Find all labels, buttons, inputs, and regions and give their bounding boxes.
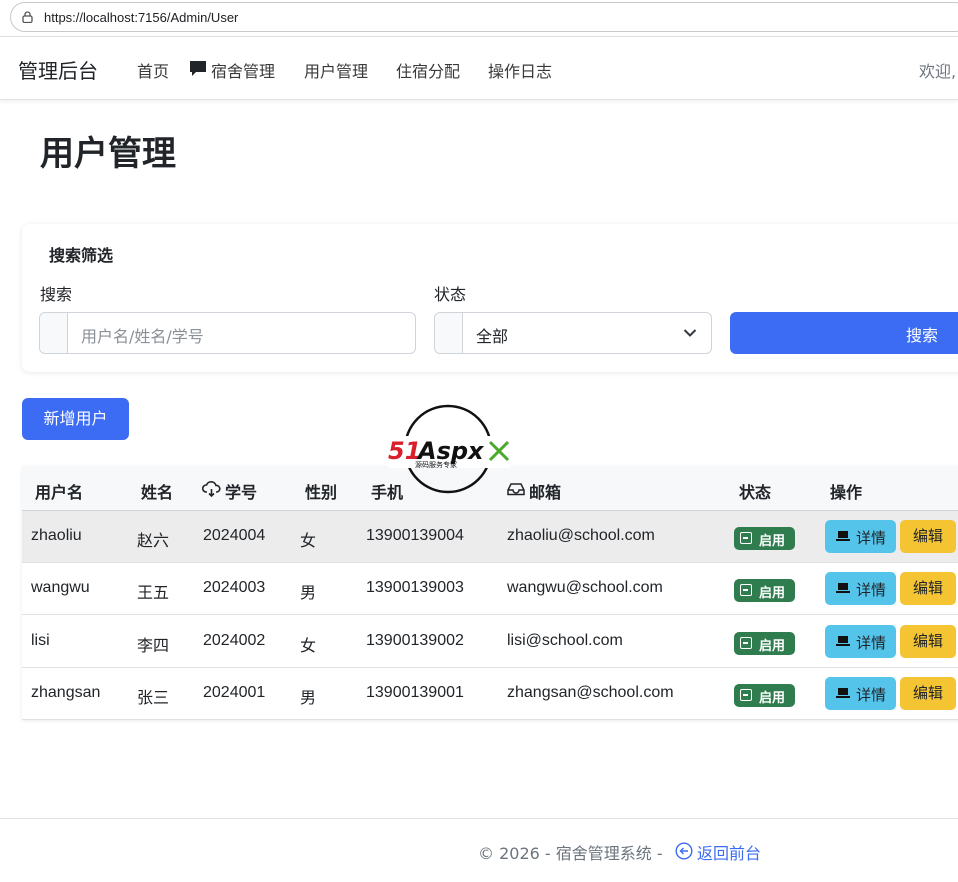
cell-gender: 女 <box>300 638 317 655</box>
cell-name: 李四 <box>137 638 170 655</box>
status-badge-label: 启用 <box>759 586 786 601</box>
table-row: zhaoliu 赵六 2024004 女 13900139004 zhaoliu… <box>22 511 958 563</box>
th-student-id: 学号 <box>225 483 258 502</box>
edit-button[interactable]: 编辑 <box>900 677 956 710</box>
nav-item-users[interactable]: 用户管理 <box>304 58 368 82</box>
th-username: 用户名 <box>35 483 84 502</box>
status-badge-label: 启用 <box>759 691 786 706</box>
cell-gender: 男 <box>300 690 317 707</box>
status-select[interactable]: 全部 <box>434 312 712 354</box>
laptop-icon <box>836 636 850 646</box>
cell-username: wangwu <box>31 579 90 596</box>
status-addon <box>435 313 463 353</box>
nav-item-home[interactable]: 首页 <box>137 58 169 82</box>
svg-text:源码服务专家: 源码服务专家 <box>415 460 457 469</box>
browser-address-bar: https://localhost:7156/Admin/User <box>0 0 958 36</box>
cell-username: lisi <box>31 632 50 649</box>
detail-button-label: 详情 <box>856 634 887 652</box>
nav-item-logs[interactable]: 操作日志 <box>488 58 552 82</box>
status-badge: 启用 <box>734 684 795 707</box>
status-badge: 启用 <box>734 632 795 655</box>
cell-name: 张三 <box>137 690 170 707</box>
toggle-icon <box>740 689 752 701</box>
detail-button[interactable]: 详情 <box>825 572 896 605</box>
status-badge-label: 启用 <box>759 639 786 654</box>
laptop-icon <box>836 531 850 541</box>
nav-item-dorm[interactable]: 宿舍管理 <box>211 58 275 82</box>
status-badge: 启用 <box>734 579 795 602</box>
table-row: lisi 李四 2024002 女 13900139002 lisi@schoo… <box>22 616 958 668</box>
watermark-logo: 51 Aspx 源码服务专家 <box>388 404 510 494</box>
search-button[interactable]: 搜索 <box>730 312 958 354</box>
cloud-icon <box>202 481 221 498</box>
users-table: 用户名 姓名 学号 性别 手机 邮箱 状态 操作 zhaoliu 赵六 2024… <box>22 466 958 720</box>
status-label: 状态 <box>434 285 467 304</box>
cell-student-id: 2024002 <box>203 632 266 649</box>
edit-button[interactable]: 编辑 <box>900 625 956 658</box>
cell-student-id: 2024003 <box>203 579 266 596</box>
chat-bubble-icon <box>190 61 206 76</box>
cell-phone: 13900139001 <box>366 684 464 701</box>
status-badge: 启用 <box>734 527 795 550</box>
chevron-down-icon <box>683 329 697 337</box>
cell-name: 赵六 <box>137 533 170 550</box>
cell-student-id: 2024004 <box>203 527 266 544</box>
cell-phone: 13900139004 <box>366 527 464 544</box>
cell-email: zhangsan@school.com <box>507 684 674 701</box>
brand-title[interactable]: 管理后台 <box>18 55 98 84</box>
detail-button[interactable]: 详情 <box>825 677 896 710</box>
cell-student-id: 2024001 <box>203 684 266 701</box>
laptop-icon <box>836 583 850 593</box>
search-input[interactable]: 用户名/姓名/学号 <box>81 323 204 347</box>
th-name: 姓名 <box>141 483 174 502</box>
detail-button-label: 详情 <box>856 686 887 704</box>
edit-button[interactable]: 编辑 <box>900 520 956 553</box>
cell-username: zhangsan <box>31 684 101 701</box>
cell-name: 王五 <box>137 585 170 602</box>
page-title: 用户管理 <box>40 134 176 174</box>
detail-button[interactable]: 详情 <box>825 625 896 658</box>
top-navbar: 管理后台 首页 宿舍管理 用户管理 住宿分配 操作日志 欢迎, <box>0 36 958 100</box>
url-box[interactable]: https://localhost:7156/Admin/User <box>10 2 958 32</box>
edit-button[interactable]: 编辑 <box>900 572 956 605</box>
add-user-button[interactable]: 新增用户 <box>22 398 129 440</box>
lock-icon <box>22 11 33 23</box>
toggle-icon <box>740 637 752 649</box>
filter-title: 搜索筛选 <box>49 246 114 265</box>
detail-button[interactable]: 详情 <box>825 520 896 553</box>
cell-email: zhaoliu@school.com <box>507 527 655 544</box>
arrow-left-circle-icon <box>675 842 693 860</box>
status-select-value: 全部 <box>476 327 509 346</box>
cell-phone: 13900139002 <box>366 632 464 649</box>
page-footer: © 2026 - 宿舍管理系统 - 返回前台 <box>0 818 958 882</box>
toggle-icon <box>740 584 752 596</box>
search-button-label: 搜索 <box>906 326 939 345</box>
status-badge-label: 启用 <box>759 534 786 549</box>
table-row: zhangsan 张三 2024001 男 13900139001 zhangs… <box>22 668 958 720</box>
cell-phone: 13900139003 <box>366 579 464 596</box>
th-status: 状态 <box>739 483 772 502</box>
url-text: https://localhost:7156/Admin/User <box>44 10 239 25</box>
nav-item-allocation[interactable]: 住宿分配 <box>396 58 460 82</box>
laptop-icon <box>836 688 850 698</box>
table-row: wangwu 王五 2024003 男 13900139003 wangwu@s… <box>22 563 958 615</box>
copyright-text: © 2026 - 宿舍管理系统 - <box>478 844 663 863</box>
th-ops: 操作 <box>830 483 863 502</box>
cell-gender: 男 <box>300 585 317 602</box>
filter-card: 搜索筛选 搜索 用户名/姓名/学号 状态 全部 搜索 <box>22 224 958 372</box>
back-link-label: 返回前台 <box>697 844 762 863</box>
search-label: 搜索 <box>40 285 73 304</box>
toggle-icon <box>740 532 752 544</box>
cell-email: lisi@school.com <box>507 632 623 649</box>
detail-button-label: 详情 <box>856 529 887 547</box>
th-gender: 性别 <box>305 483 338 502</box>
cell-email: wangwu@school.com <box>507 579 663 596</box>
detail-button-label: 详情 <box>856 581 887 599</box>
th-email: 邮箱 <box>529 483 562 502</box>
search-input-group[interactable]: 用户名/姓名/学号 <box>39 312 416 354</box>
search-addon <box>40 313 68 353</box>
cell-username: zhaoliu <box>31 527 82 544</box>
cell-gender: 女 <box>300 533 317 550</box>
welcome-text: 欢迎, <box>919 62 957 81</box>
